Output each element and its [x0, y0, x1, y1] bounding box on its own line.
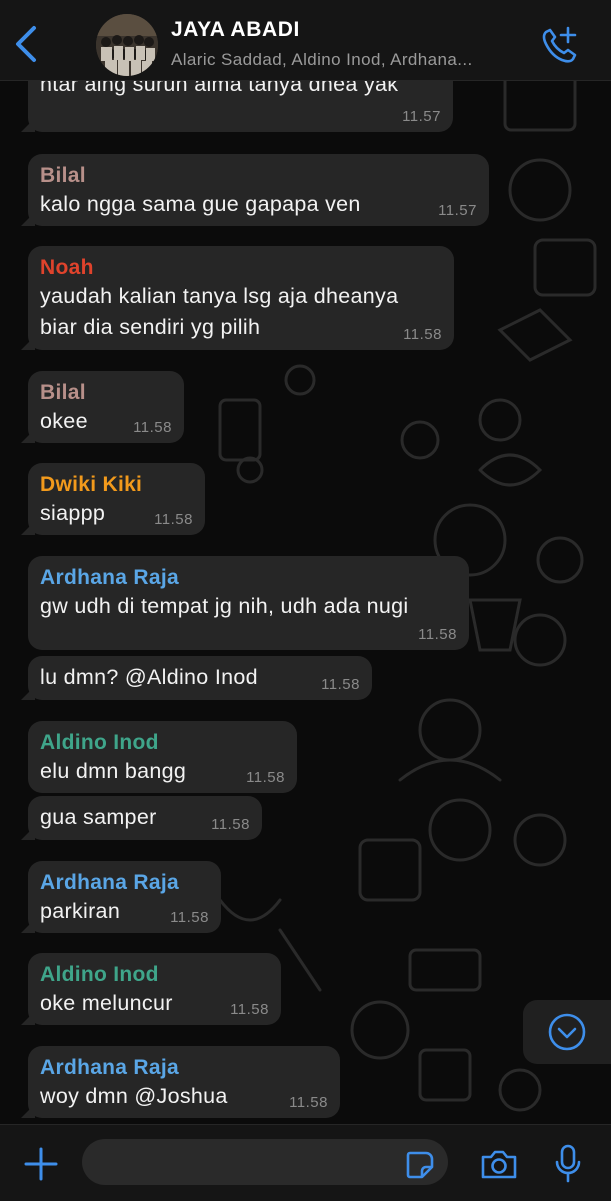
message-text: lu dmn? @Aldino Inod [40, 665, 258, 689]
message-input[interactable] [82, 1139, 448, 1185]
message-list[interactable]: ntar aing suruh alma tanya dhea yak 11.5… [0, 80, 611, 1124]
sender-name[interactable]: Bilal [40, 163, 477, 189]
message-bubble[interactable]: ntar aing suruh alma tanya dhea yak 11.5… [21, 80, 453, 132]
scroll-to-bottom-button[interactable] [523, 1000, 611, 1064]
message-bubble[interactable]: Aldino Inod elu dmn bangg 11.58 [28, 721, 297, 793]
message-bubble[interactable]: Ardhana Raja gw udh di tempat jg nih, ud… [28, 556, 469, 650]
bubble-tail [21, 1011, 35, 1025]
group-members[interactable]: Alaric Saddad, Aldino Inod, Ardhana... [171, 50, 473, 70]
message-text: gw udh di tempat jg nih, udh ada nugi [40, 594, 409, 618]
group-avatar[interactable] [96, 14, 158, 76]
message-time: 11.58 [246, 769, 285, 786]
message-time: 11.58 [230, 1001, 269, 1018]
sender-name[interactable]: Noah [40, 255, 442, 281]
sticker-icon[interactable] [404, 1149, 436, 1181]
message-time: 11.58 [289, 1094, 328, 1111]
bubble-tail [21, 336, 35, 350]
chevron-left-icon[interactable] [10, 24, 42, 64]
sender-name[interactable]: Ardhana Raja [40, 565, 457, 591]
message-text: woy dmn @Joshua [40, 1084, 228, 1108]
message-bubble[interactable]: gua samper 11.58 [21, 796, 262, 840]
message-time: 11.57 [402, 108, 441, 125]
sender-name[interactable]: Aldino Inod [40, 730, 285, 756]
group-title[interactable]: JAYA ABADI [171, 18, 300, 42]
sender-name[interactable]: Ardhana Raja [40, 870, 209, 896]
bubble-tail [21, 686, 35, 700]
message-time: 11.57 [438, 202, 477, 219]
message-bubble[interactable]: lu dmn? @Aldino Inod 11.58 [21, 656, 372, 700]
message-bubble[interactable]: Bilal kalo ngga sama gue gapapa ven 11.5… [21, 154, 489, 226]
sender-name[interactable]: Dwiki Kiki [40, 472, 193, 498]
message-bubble[interactable]: Dwiki Kiki siappp 11.58 [21, 463, 205, 535]
bubble-tail [21, 826, 35, 840]
bubble-tail [21, 118, 35, 132]
message-text: yaudah kalian tanya lsg aja dheanya [40, 284, 399, 308]
message-text: ntar aing suruh alma tanya dhea yak [40, 80, 399, 96]
message-bubble[interactable]: Ardhana Raja parkiran 11.58 [21, 861, 221, 933]
message-text: kalo ngga sama gue gapapa ven [40, 192, 361, 216]
sender-name[interactable]: Ardhana Raja [40, 1055, 328, 1081]
message-bubble[interactable]: Aldino Inod oke meluncur 11.58 [21, 953, 281, 1025]
chat-header: JAYA ABADI Alaric Saddad, Aldino Inod, A… [0, 0, 611, 81]
message-time: 11.58 [321, 676, 360, 693]
message-time: 11.58 [133, 419, 172, 436]
bubble-tail [21, 521, 35, 535]
bubble-tail [21, 212, 35, 226]
phone-plus-icon[interactable] [538, 24, 580, 64]
message-text-line-2: biar dia sendiri yg pilih [40, 315, 261, 339]
camera-icon[interactable] [479, 1147, 519, 1181]
bubble-tail [21, 919, 35, 933]
message-time: 11.58 [418, 626, 457, 643]
bubble-tail [21, 429, 35, 443]
sender-name[interactable]: Aldino Inod [40, 962, 269, 988]
message-bubble[interactable]: Ardhana Raja woy dmn @Joshua 11.58 [21, 1046, 340, 1118]
sender-name[interactable]: Bilal [40, 380, 172, 406]
plus-icon[interactable] [22, 1145, 60, 1183]
message-bubble[interactable]: Noah yaudah kalian tanya lsg aja dheanya… [21, 246, 454, 350]
message-input-bar [0, 1124, 611, 1201]
message-time: 11.58 [403, 326, 442, 343]
message-time: 11.58 [154, 511, 193, 528]
message-bubble[interactable]: Bilal okee 11.58 [21, 371, 184, 443]
message-time: 11.58 [170, 909, 209, 926]
message-time: 11.58 [211, 816, 250, 833]
microphone-icon[interactable] [553, 1143, 583, 1185]
bubble-tail [21, 1104, 35, 1118]
